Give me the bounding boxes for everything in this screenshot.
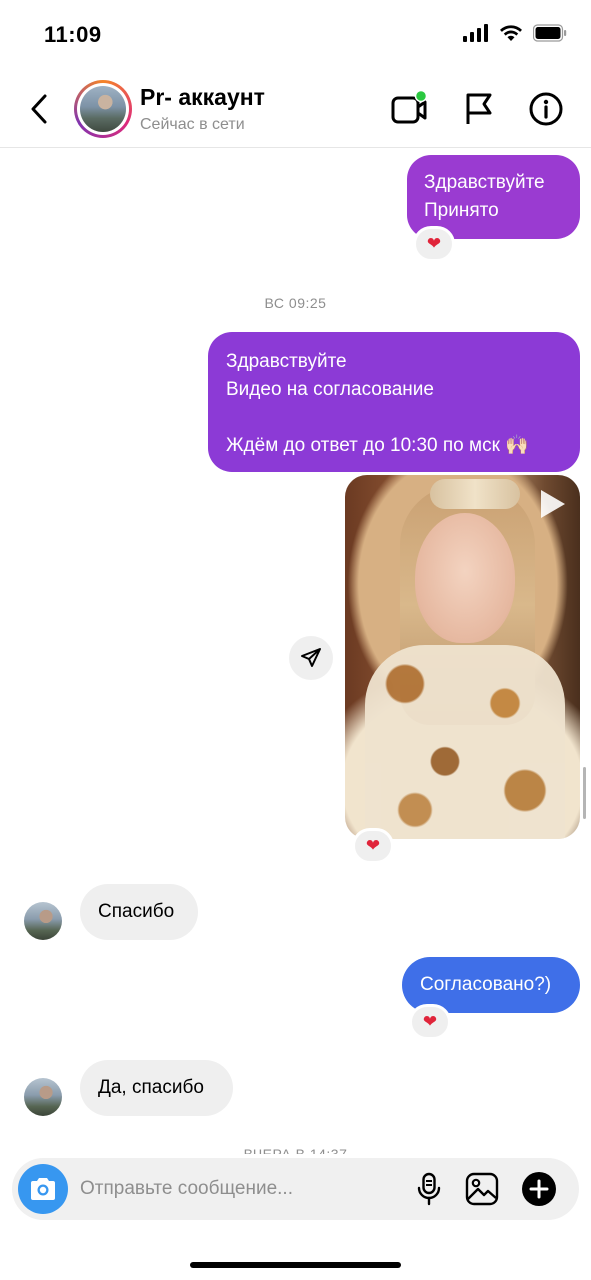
contact-status: Сейчас в сети [140, 116, 245, 133]
message-out-2[interactable]: Здравствуйте Видео на согласование Ждём … [208, 332, 580, 472]
report-flag-button[interactable] [458, 88, 500, 130]
gallery-icon [465, 1172, 499, 1206]
gallery-button[interactable] [463, 1170, 501, 1208]
play-icon [541, 490, 565, 518]
message-in-2[interactable]: Да, спасибо [80, 1060, 233, 1116]
camera-button[interactable] [18, 1164, 68, 1214]
voice-message-button[interactable] [410, 1170, 448, 1208]
contact-name[interactable]: Pr- аккаунт [140, 84, 265, 111]
wifi-icon [500, 25, 522, 41]
reaction-heart-icon[interactable]: ❤ [352, 828, 394, 864]
status-bar: 11:09 [0, 0, 591, 70]
message-in-1[interactable]: Спасибо [80, 884, 198, 940]
video-call-button[interactable] [388, 88, 430, 130]
chat-header: Pr- аккаунт Сейчас в сети [0, 70, 591, 148]
chevron-left-icon [31, 94, 47, 124]
share-video-button[interactable] [289, 636, 333, 680]
microphone-icon [417, 1172, 441, 1206]
plus-icon [522, 1172, 556, 1206]
home-indicator[interactable] [190, 1262, 401, 1268]
info-icon [529, 92, 563, 126]
message-composer [12, 1158, 579, 1220]
more-options-button[interactable] [520, 1170, 558, 1208]
sender-avatar[interactable] [24, 1078, 62, 1116]
message-timestamp: ВЧЕРА В 14:37 [243, 1146, 348, 1154]
reaction-heart-icon[interactable]: ❤ [413, 226, 455, 262]
contact-avatar[interactable] [74, 80, 132, 138]
send-icon [301, 648, 321, 667]
scrollbar[interactable] [583, 767, 586, 819]
back-button[interactable] [24, 90, 54, 128]
video-call-icon [391, 91, 428, 124]
camera-icon [31, 1178, 55, 1200]
video-message[interactable] [345, 475, 580, 839]
message-input[interactable] [80, 1172, 400, 1206]
status-icons [463, 24, 567, 42]
info-button[interactable] [525, 88, 567, 130]
battery-icon [533, 24, 567, 42]
message-timestamp: ВС 09:25 [264, 295, 327, 311]
flag-icon [466, 93, 492, 124]
sender-avatar[interactable] [24, 902, 62, 940]
status-time: 11:09 [44, 22, 102, 47]
reaction-heart-icon[interactable]: ❤ [409, 1004, 451, 1040]
message-list[interactable]: Здравствуйте Принято ❤ ВС 09:25 Здравств… [0, 149, 591, 1154]
cellular-signal-icon [463, 24, 488, 42]
